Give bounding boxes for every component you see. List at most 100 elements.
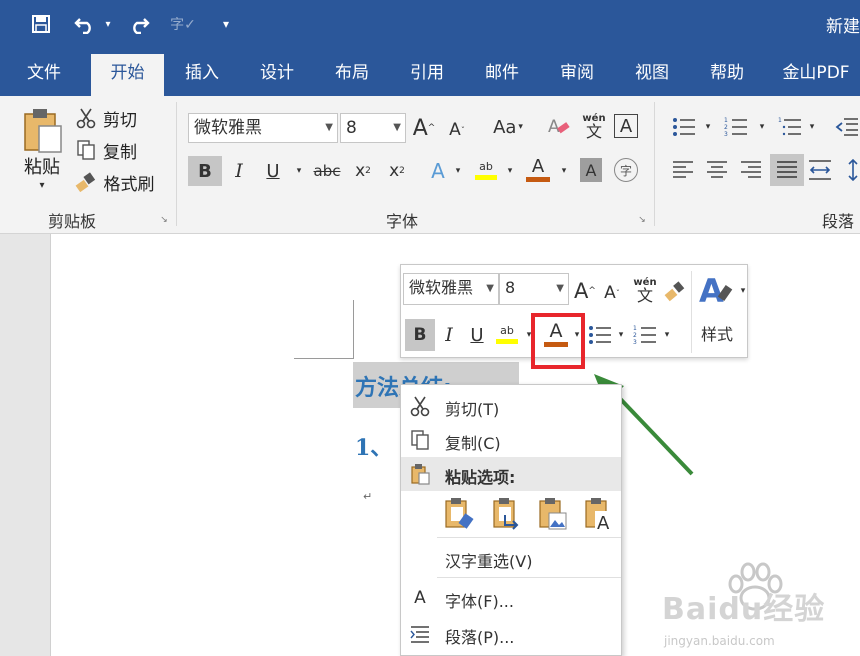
clear-formatting-icon[interactable]: A [546, 114, 572, 140]
tab-layout[interactable]: 布局 [322, 50, 382, 96]
numbering-icon[interactable]: 123 [722, 114, 750, 140]
chevron-down-icon[interactable]: ▼ [486, 275, 494, 303]
mini-bullets-dropdown-icon[interactable]: ▾ [615, 321, 627, 349]
phonetic-guide-button[interactable]: wén 文 [580, 110, 608, 144]
cut-button[interactable]: 剪切 [100, 106, 140, 131]
tab-mailings[interactable]: 邮件 [472, 50, 532, 96]
mini-italic-button[interactable]: I [439, 319, 459, 351]
tab-review[interactable]: 审阅 [547, 50, 607, 96]
change-case-button[interactable]: Aa ▾ [486, 114, 530, 140]
tab-file[interactable]: 文件 [14, 50, 74, 96]
mini-grow-font-icon[interactable]: A ^ [573, 277, 597, 305]
character-shading-icon[interactable]: A [580, 158, 602, 182]
bold-button[interactable]: B [188, 156, 222, 186]
multilevel-list-icon[interactable]: 1 [776, 114, 804, 140]
text-effects-icon[interactable]: A [426, 156, 450, 186]
paste-button[interactable]: 粘贴 [20, 154, 64, 178]
spelling-icon[interactable]: 字✓ [170, 8, 196, 40]
menu-item-paragraph[interactable]: 段落(P)... [401, 617, 621, 651]
text-effects-dropdown-icon[interactable]: ▾ [452, 156, 464, 186]
highlight-dropdown-icon[interactable]: ▾ [504, 156, 516, 186]
decrease-indent-icon[interactable] [832, 114, 860, 140]
ribbon-separator [176, 102, 177, 226]
align-center-icon[interactable] [704, 156, 730, 184]
bullets-dropdown-icon[interactable]: ▾ [702, 114, 714, 140]
list-item-text[interactable]: 1、 [355, 430, 392, 462]
underline-dropdown-icon[interactable]: ▾ [292, 156, 306, 186]
tab-home[interactable]: 开始 [91, 54, 164, 96]
tab-references[interactable]: 引用 [397, 50, 457, 96]
paste-keep-source-formatting-icon[interactable] [443, 497, 475, 533]
chevron-down-icon[interactable]: ▼ [325, 114, 333, 142]
underline-button[interactable]: U [262, 156, 284, 186]
svg-text:3: 3 [633, 339, 637, 346]
menu-item-font[interactable]: A 字体(F)... [401, 581, 621, 615]
align-right-icon[interactable] [738, 156, 764, 184]
font-color-dropdown-icon[interactable]: ▾ [558, 156, 570, 186]
paste-icon[interactable] [18, 104, 68, 156]
mini-styles-dropdown-icon[interactable]: ▾ [737, 279, 749, 303]
font-size-box[interactable]: 8 ▼ [340, 113, 406, 143]
tab-kingsoft-pdf[interactable]: 金山PDF [772, 50, 860, 96]
multilevel-dropdown-icon[interactable]: ▾ [806, 114, 818, 140]
mini-styles-icon[interactable]: A [697, 271, 737, 309]
subscript-button[interactable]: x2 [352, 156, 374, 186]
distributed-icon[interactable] [806, 156, 834, 184]
menu-item-cut[interactable]: 剪切(T) [401, 389, 621, 423]
chevron-down-icon[interactable]: ▼ [393, 114, 401, 142]
scissors-icon[interactable] [74, 106, 98, 130]
paste-picture-icon[interactable] [537, 497, 569, 533]
font-launcher-icon[interactable]: ↘ [636, 214, 648, 226]
save-icon[interactable] [26, 8, 56, 40]
format-painter-button[interactable]: 格式刷 [100, 170, 158, 195]
mini-numbering-icon[interactable]: 123 [631, 321, 659, 349]
undo-dropdown-icon[interactable]: ▾ [100, 8, 116, 40]
strikethrough-button[interactable]: abc [312, 156, 342, 186]
mini-font-size-box[interactable]: 8 ▼ [499, 273, 569, 305]
undo-icon[interactable] [70, 8, 100, 40]
shrink-font-icon[interactable]: Aˇ [446, 118, 468, 142]
italic-button[interactable]: I [228, 156, 250, 186]
tab-insert[interactable]: 插入 [172, 50, 232, 96]
svg-text:2: 2 [724, 124, 728, 131]
customize-icon[interactable]: ▾ [218, 8, 234, 40]
mini-styles-label[interactable]: 样式 [697, 321, 737, 345]
tab-view[interactable]: 视图 [622, 50, 682, 96]
bullets-icon[interactable] [670, 114, 698, 140]
mini-font-name-box[interactable]: 微软雅黑 ▼ [403, 273, 499, 305]
superscript-button[interactable]: x2 [386, 156, 408, 186]
paste-merge-formatting-icon[interactable] [491, 497, 523, 533]
grow-font-icon[interactable]: A ^ [412, 114, 436, 142]
numbering-dropdown-icon[interactable]: ▾ [756, 114, 768, 140]
align-left-icon[interactable] [670, 156, 696, 184]
mini-shrink-font-icon[interactable]: Aˇ [601, 281, 623, 305]
font-name-box[interactable]: 微软雅黑 ▼ [188, 113, 338, 143]
format-painter-icon[interactable] [74, 170, 98, 194]
menu-item-reconversion[interactable]: 汉字重选(V) [401, 541, 621, 575]
mini-highlight-icon[interactable]: ab [493, 317, 521, 351]
font-color-icon[interactable]: A [524, 154, 552, 186]
mini-underline-button[interactable]: U [467, 319, 487, 351]
paste-text-only-icon[interactable]: A [583, 497, 615, 534]
menu-item-copy[interactable]: 复制(C) [401, 423, 621, 457]
enclose-characters-icon[interactable]: 字 [614, 158, 638, 182]
redo-icon[interactable] [124, 8, 154, 40]
mini-numbering-dropdown-icon[interactable]: ▾ [661, 321, 673, 349]
paste-dropdown-icon[interactable]: ▾ [34, 178, 50, 192]
clipboard-launcher-icon[interactable]: ↘ [158, 214, 170, 226]
tab-design[interactable]: 设计 [247, 50, 307, 96]
tab-help[interactable]: 帮助 [697, 50, 757, 96]
copy-button[interactable]: 复制 [100, 138, 140, 163]
copy-icon[interactable] [74, 138, 98, 162]
menu-item-label: 剪切(T) [445, 400, 500, 419]
character-border-icon[interactable]: A [614, 114, 638, 138]
highlight-icon[interactable]: ab [472, 154, 500, 186]
line-spacing-icon[interactable] [846, 156, 860, 184]
mini-phonetic-button[interactable]: wén 文 [631, 275, 659, 307]
mini-format-painter-icon[interactable] [661, 277, 689, 305]
mini-bold-button[interactable]: B [405, 319, 435, 351]
mini-bullets-icon[interactable] [587, 321, 613, 349]
justify-icon[interactable] [770, 154, 804, 186]
font-group-label: 字体 [386, 212, 419, 231]
chevron-down-icon[interactable]: ▼ [556, 275, 564, 303]
